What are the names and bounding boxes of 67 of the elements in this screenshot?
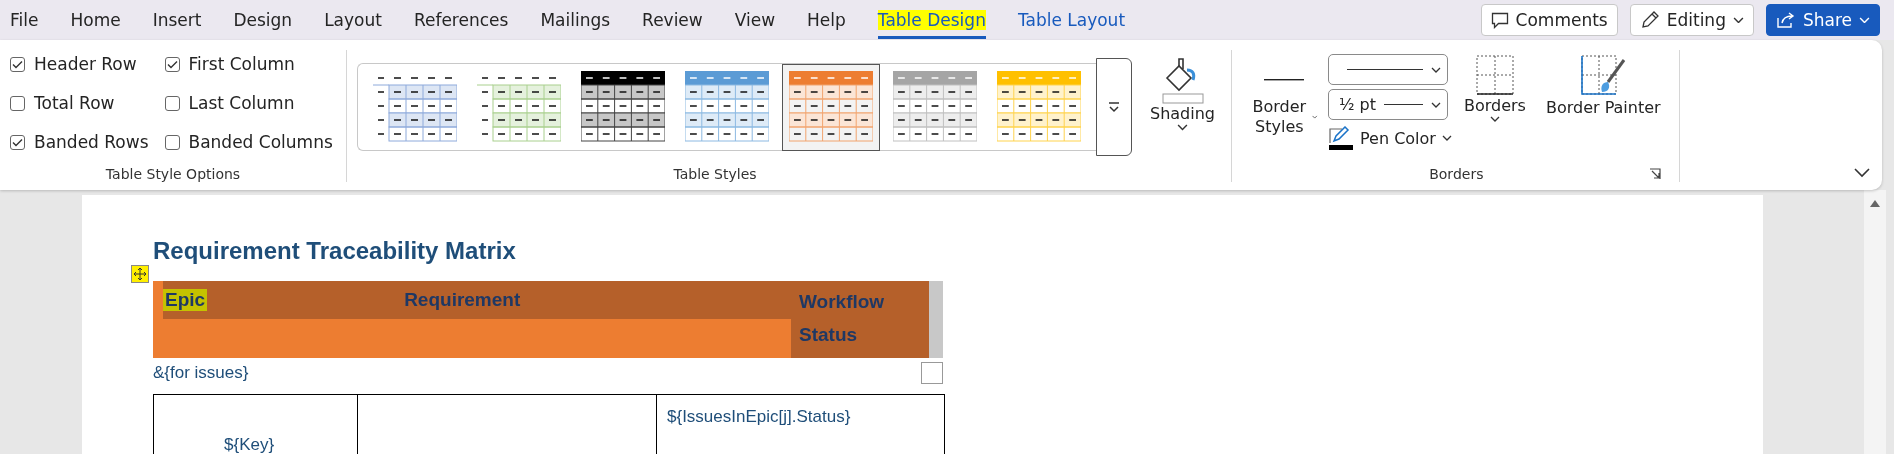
shading-button[interactable]: Shading bbox=[1142, 52, 1223, 135]
ribbon-tab[interactable]: Insert bbox=[136, 0, 218, 40]
border-painter-button[interactable]: Border Painter bbox=[1537, 50, 1669, 122]
comments-button[interactable]: Comments bbox=[1480, 4, 1618, 36]
ribbon-tab[interactable]: Mailings bbox=[524, 0, 627, 40]
comment-icon bbox=[1490, 11, 1509, 29]
group-label: Borders bbox=[1429, 166, 1484, 182]
share-button[interactable]: Share bbox=[1765, 4, 1880, 36]
brush-icon bbox=[1580, 54, 1627, 98]
checkbox[interactable] bbox=[10, 56, 25, 72]
chevron-down-icon bbox=[1859, 16, 1870, 24]
borders-button[interactable]: Borders bbox=[1455, 50, 1534, 126]
chevron-down-icon bbox=[1732, 16, 1744, 24]
header-cell: Epic bbox=[163, 289, 208, 311]
ribbon-tab[interactable]: Table Layout bbox=[1001, 0, 1142, 40]
scrollbar[interactable] bbox=[1864, 190, 1886, 454]
row-end-marker bbox=[921, 362, 943, 384]
option-checkbox[interactable]: Header Row bbox=[10, 54, 149, 74]
header-cell: Workflow Status bbox=[799, 291, 885, 346]
document-title: Requirement Traceability Matrix bbox=[153, 237, 517, 265]
checkbox[interactable] bbox=[10, 95, 25, 111]
checkbox[interactable] bbox=[164, 134, 180, 150]
more-icon bbox=[1108, 100, 1120, 114]
option-checkbox[interactable]: First Column bbox=[164, 54, 333, 74]
checkbox[interactable] bbox=[10, 134, 25, 150]
ribbon-tab[interactable]: Review bbox=[626, 0, 719, 40]
pen-color-button[interactable]: Pen Color bbox=[1328, 124, 1452, 152]
ribbon-tab[interactable]: File bbox=[0, 0, 55, 40]
chevron-down-icon bbox=[1431, 66, 1441, 73]
table-cell: ${Key} bbox=[153, 394, 358, 454]
ribbon-tab[interactable]: References bbox=[397, 0, 525, 40]
gallery-more-button[interactable] bbox=[1096, 58, 1132, 156]
chevron-down-icon[interactable] bbox=[1854, 168, 1870, 178]
group-label: Table Styles bbox=[672, 166, 758, 182]
line-style-dropdown[interactable] bbox=[1328, 54, 1448, 85]
group-label: Table Style Options bbox=[104, 166, 242, 182]
header-cell-text: Requirement bbox=[403, 289, 522, 311]
option-checkbox[interactable]: Banded Rows bbox=[10, 132, 149, 152]
ribbon-tab[interactable]: Help bbox=[791, 0, 862, 40]
line-weight-dropdown[interactable]: ½ pt bbox=[1328, 89, 1448, 120]
ribbon-tab[interactable]: Layout bbox=[308, 0, 398, 40]
chevron-down-icon bbox=[1312, 114, 1318, 120]
chevron-down-icon bbox=[1489, 116, 1500, 122]
table-cell: ${IssuesInEpic[j].Status} bbox=[656, 394, 945, 454]
move-handle-icon[interactable] bbox=[131, 265, 149, 283]
chevron-down-icon bbox=[1441, 135, 1452, 141]
pencil-icon bbox=[1639, 10, 1660, 30]
line-icon bbox=[1264, 79, 1304, 81]
chevron-down-icon bbox=[1431, 101, 1441, 108]
scroll-up-icon[interactable] bbox=[1870, 200, 1880, 207]
option-checkbox[interactable]: Banded Columns bbox=[164, 132, 333, 152]
option-checkbox[interactable]: Last Column bbox=[164, 93, 333, 113]
share-icon bbox=[1775, 11, 1796, 29]
checkbox[interactable] bbox=[164, 95, 180, 111]
pen-icon bbox=[1328, 126, 1354, 150]
borders-grid-icon bbox=[1474, 54, 1515, 96]
editing-button[interactable]: Editing bbox=[1629, 4, 1754, 36]
ribbon-tab[interactable]: Design bbox=[217, 0, 309, 40]
ribbon-tab[interactable]: View bbox=[718, 0, 792, 40]
checkbox[interactable] bbox=[164, 56, 180, 72]
option-checkbox[interactable]: Total Row bbox=[10, 93, 149, 113]
border-styles-button[interactable]: Border Styles bbox=[1244, 50, 1324, 141]
ribbon-tab[interactable]: Home bbox=[54, 0, 137, 40]
chevron-down-icon bbox=[1177, 124, 1188, 131]
loop-tag: &{for issues} bbox=[153, 363, 249, 383]
table-style-thumbnail[interactable] bbox=[782, 63, 880, 151]
dialog-launcher-icon[interactable] bbox=[1648, 168, 1661, 180]
